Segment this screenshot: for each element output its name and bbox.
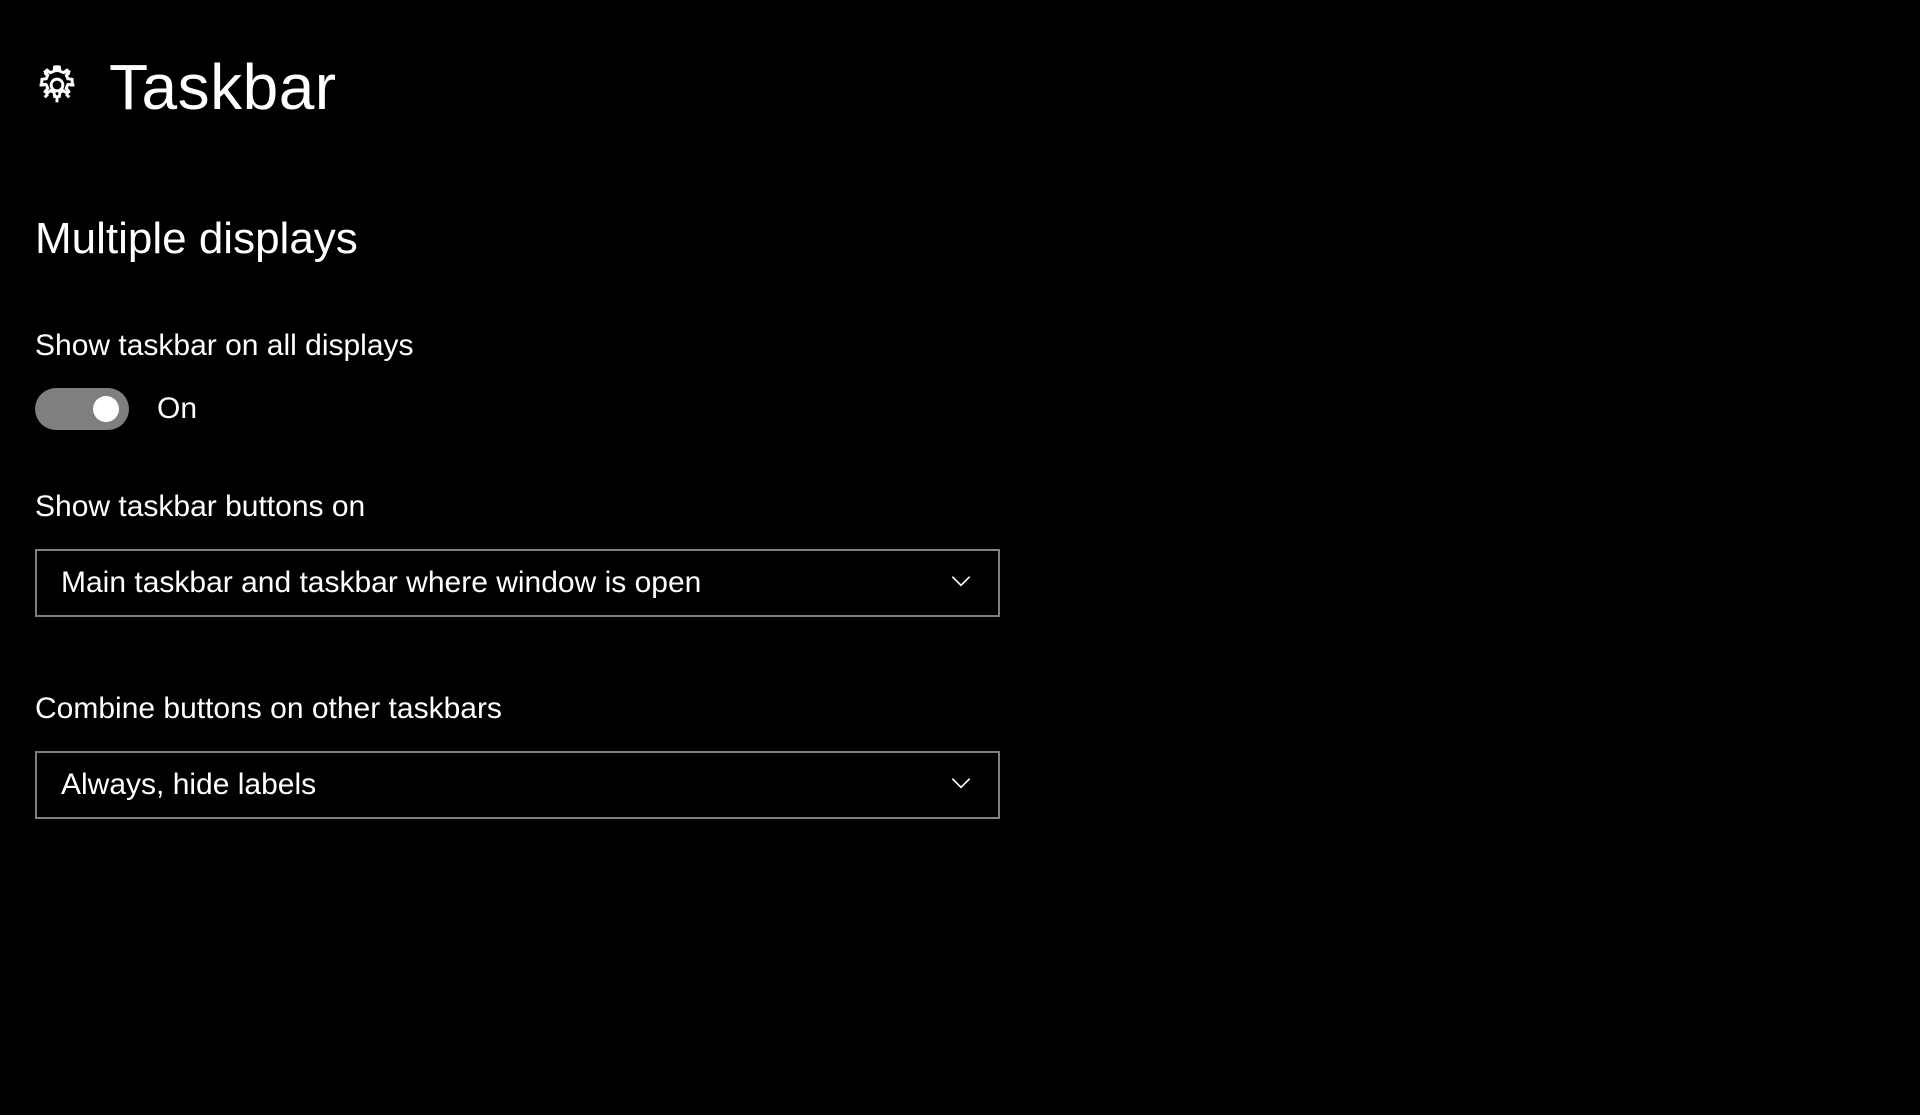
chevron-down-icon xyxy=(948,770,974,801)
toggle-row: On xyxy=(35,388,1885,430)
setting-label: Show taskbar on all displays xyxy=(35,329,1885,363)
setting-label: Combine buttons on other taskbars xyxy=(35,692,1885,726)
gear-icon xyxy=(35,63,79,112)
combine-buttons-dropdown[interactable]: Always, hide labels xyxy=(35,751,1000,819)
show-taskbar-all-toggle[interactable] xyxy=(35,388,129,430)
toggle-knob xyxy=(93,396,119,422)
page-title: Taskbar xyxy=(109,50,337,124)
setting-show-buttons-on: Show taskbar buttons on Main taskbar and… xyxy=(35,490,1885,617)
header: Taskbar xyxy=(35,50,1885,124)
setting-label: Show taskbar buttons on xyxy=(35,490,1885,524)
setting-show-taskbar-all: Show taskbar on all displays On xyxy=(35,329,1885,430)
dropdown-value: Always, hide labels xyxy=(61,768,316,802)
dropdown-value: Main taskbar and taskbar where window is… xyxy=(61,566,701,600)
setting-combine-buttons: Combine buttons on other taskbars Always… xyxy=(35,692,1885,819)
section-heading: Multiple displays xyxy=(35,214,1885,264)
chevron-down-icon xyxy=(948,568,974,599)
show-buttons-on-dropdown[interactable]: Main taskbar and taskbar where window is… xyxy=(35,549,1000,617)
toggle-state-label: On xyxy=(157,392,197,426)
